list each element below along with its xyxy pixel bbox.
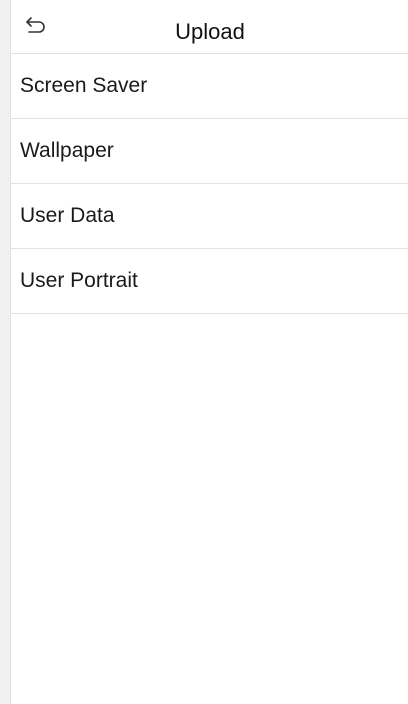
- menu-item-user-portrait[interactable]: User Portrait: [11, 249, 408, 314]
- menu-item-wallpaper[interactable]: Wallpaper: [11, 119, 408, 184]
- menu-item-label: Screen Saver: [20, 74, 148, 97]
- menu-item-label: Wallpaper: [20, 139, 114, 162]
- menu-list: Screen Saver Wallpaper User Data User Po…: [11, 54, 408, 314]
- menu-item-user-data[interactable]: User Data: [11, 184, 408, 249]
- upload-screen: Upload Screen Saver Wallpaper User Data …: [10, 0, 408, 704]
- menu-item-label: User Portrait: [20, 269, 138, 292]
- left-edge-strip: [0, 0, 10, 704]
- menu-item-label: User Data: [20, 204, 115, 227]
- menu-item-screen-saver[interactable]: Screen Saver: [11, 54, 408, 119]
- header-bar: Upload: [11, 0, 408, 54]
- page-title: Upload: [175, 19, 245, 44]
